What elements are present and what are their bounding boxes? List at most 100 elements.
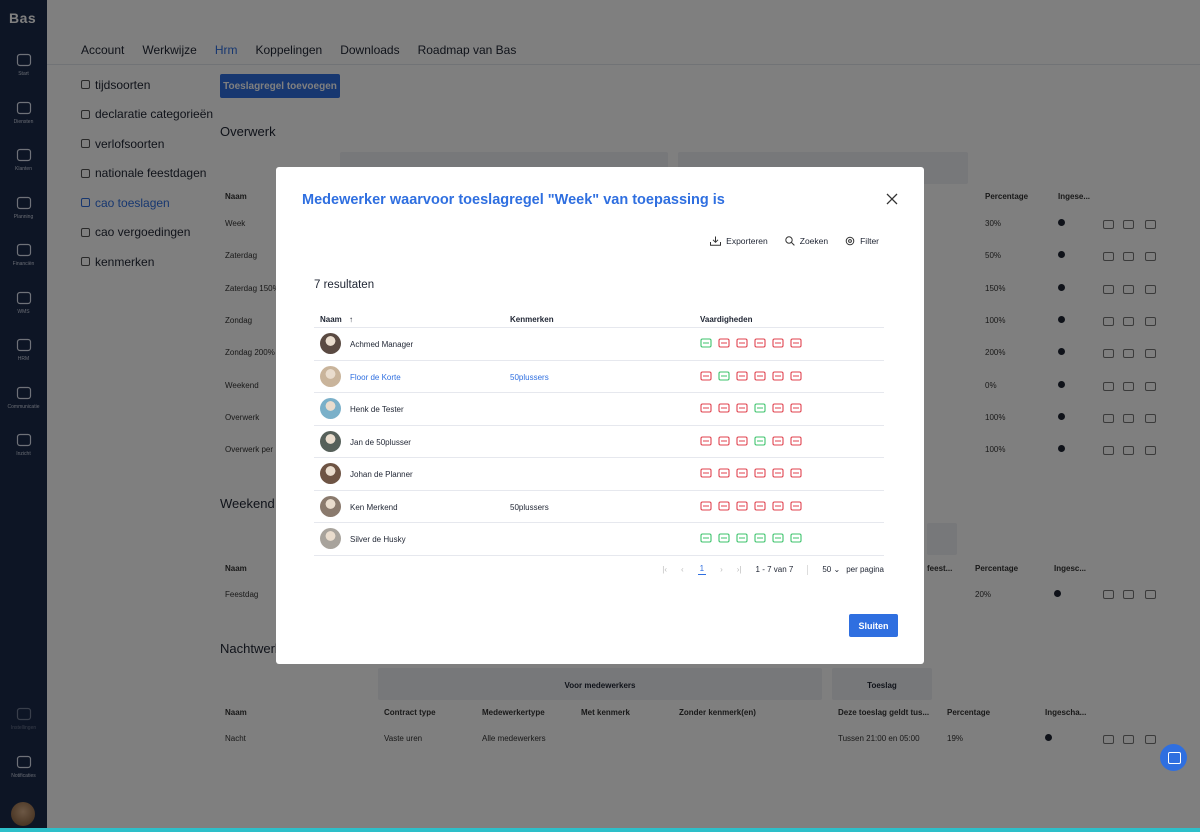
search-icon — [785, 236, 795, 246]
forklift-icon — [790, 338, 802, 348]
forklift-icon — [790, 370, 802, 381]
gear-icon — [845, 236, 855, 246]
table-row[interactable]: Ken Merkend 50plussers — [314, 491, 884, 523]
employee-kenmerk: 50plussers — [510, 502, 549, 512]
employee-name[interactable]: Henk de Tester — [350, 405, 404, 414]
next-page-icon[interactable]: › — [720, 565, 723, 574]
person-icon — [718, 435, 730, 446]
forklift-icon — [790, 403, 802, 413]
search-button[interactable]: Zoeken — [785, 236, 828, 246]
avatar — [320, 333, 341, 354]
pager-divider — [807, 564, 809, 575]
license-icon — [700, 435, 712, 446]
box-icon — [772, 338, 784, 348]
box-icon — [772, 403, 784, 413]
header-kenmerken: Kenmerken — [510, 315, 554, 324]
license-icon — [700, 403, 712, 413]
close-icon[interactable] — [886, 193, 898, 205]
header-vaardigheden: Vaardigheden — [700, 315, 753, 324]
box-icon — [772, 435, 784, 446]
person-icon — [718, 533, 730, 543]
avatar — [320, 398, 341, 419]
chat-icon[interactable] — [1160, 744, 1187, 771]
table-row[interactable]: Silver de Husky — [314, 523, 884, 556]
employees-modal: Medewerker waarvoor toeslagregel "Week" … — [276, 167, 924, 664]
skills-list — [700, 337, 802, 349]
person-icon — [718, 500, 730, 511]
last-page-icon[interactable]: ›| — [737, 565, 742, 574]
employee-name[interactable]: Floor de Korte — [350, 373, 401, 382]
flag-icon — [754, 533, 766, 543]
employee-name[interactable]: Achmed Manager — [350, 340, 413, 349]
chevron-down-icon: ⌄ — [831, 565, 841, 574]
box-icon — [772, 468, 784, 478]
table-row[interactable]: Jan de 50plusser — [314, 426, 884, 458]
box-icon — [772, 533, 784, 543]
skills-list — [700, 370, 802, 382]
results-count: 7 resultaten — [314, 279, 375, 291]
table-row[interactable]: Johan de Planner — [314, 458, 884, 491]
prev-page-icon[interactable]: ‹ — [681, 565, 684, 574]
modal-title: Medewerker waarvoor toeslagregel "Week" … — [302, 192, 725, 208]
skills-list — [700, 532, 802, 544]
tools-icon — [736, 435, 748, 446]
license-icon — [700, 370, 712, 381]
page-number[interactable]: 1 — [697, 564, 707, 575]
person-icon — [718, 403, 730, 413]
table-row[interactable]: Achmed Manager — [314, 328, 884, 361]
employee-name[interactable]: Ken Merkend — [350, 503, 398, 512]
license-icon — [700, 338, 712, 348]
sort-asc-icon: ↑ — [349, 315, 354, 324]
forklift-icon — [790, 533, 802, 543]
table-row[interactable]: Henk de Tester — [314, 393, 884, 426]
flag-icon — [754, 435, 766, 446]
skills-list — [700, 435, 802, 447]
per-page-select[interactable]: 50 ⌄ — [822, 565, 840, 574]
forklift-icon — [790, 468, 802, 478]
employee-name[interactable]: Silver de Husky — [350, 535, 406, 544]
skills-list — [700, 500, 802, 512]
first-page-icon[interactable]: |‹ — [662, 565, 667, 574]
flag-icon — [754, 338, 766, 348]
download-icon — [710, 236, 722, 246]
tools-icon — [736, 403, 748, 413]
header-naam[interactable]: Naam ↑ — [320, 315, 353, 324]
person-icon — [718, 338, 730, 348]
employee-name[interactable]: Johan de Planner — [350, 470, 413, 479]
pagination: |‹ ‹ 1 › ›| 1 - 7 van 7 50 ⌄ per pagina — [662, 564, 884, 575]
flag-icon — [754, 403, 766, 413]
avatar — [320, 528, 341, 549]
employees-table: Naam ↑ Kenmerken Vaardigheden Achmed Man… — [314, 310, 884, 556]
tools-icon — [736, 533, 748, 543]
modal-toolbar: Exporteren Zoeken Filter — [710, 236, 879, 246]
box-icon — [772, 370, 784, 381]
export-button[interactable]: Exporteren — [710, 236, 768, 246]
tools-icon — [736, 468, 748, 478]
forklift-icon — [790, 500, 802, 511]
close-button[interactable]: Sluiten — [849, 614, 898, 637]
flag-icon — [754, 468, 766, 478]
license-icon — [700, 533, 712, 543]
tools-icon — [736, 370, 748, 381]
flag-icon — [754, 370, 766, 381]
employee-name[interactable]: Jan de 50plusser — [350, 438, 411, 447]
license-icon — [700, 500, 712, 511]
per-page-label: per pagina — [846, 565, 884, 574]
avatar — [320, 430, 341, 452]
table-row[interactable]: Floor de Korte 50plussers — [314, 361, 884, 393]
avatar — [320, 495, 341, 517]
flag-icon — [754, 500, 766, 511]
skills-list — [700, 402, 802, 414]
person-icon — [718, 468, 730, 478]
person-icon — [718, 370, 730, 381]
forklift-icon — [790, 435, 802, 446]
filter-button[interactable]: Filter — [845, 236, 879, 246]
page-range: 1 - 7 van 7 — [755, 565, 794, 574]
tools-icon — [736, 338, 748, 348]
avatar — [320, 365, 341, 387]
employee-kenmerk: 50plussers — [510, 372, 549, 382]
skills-list — [700, 467, 802, 479]
avatar — [320, 463, 341, 484]
table-header: Naam ↑ Kenmerken Vaardigheden — [314, 310, 884, 328]
license-icon — [700, 468, 712, 478]
